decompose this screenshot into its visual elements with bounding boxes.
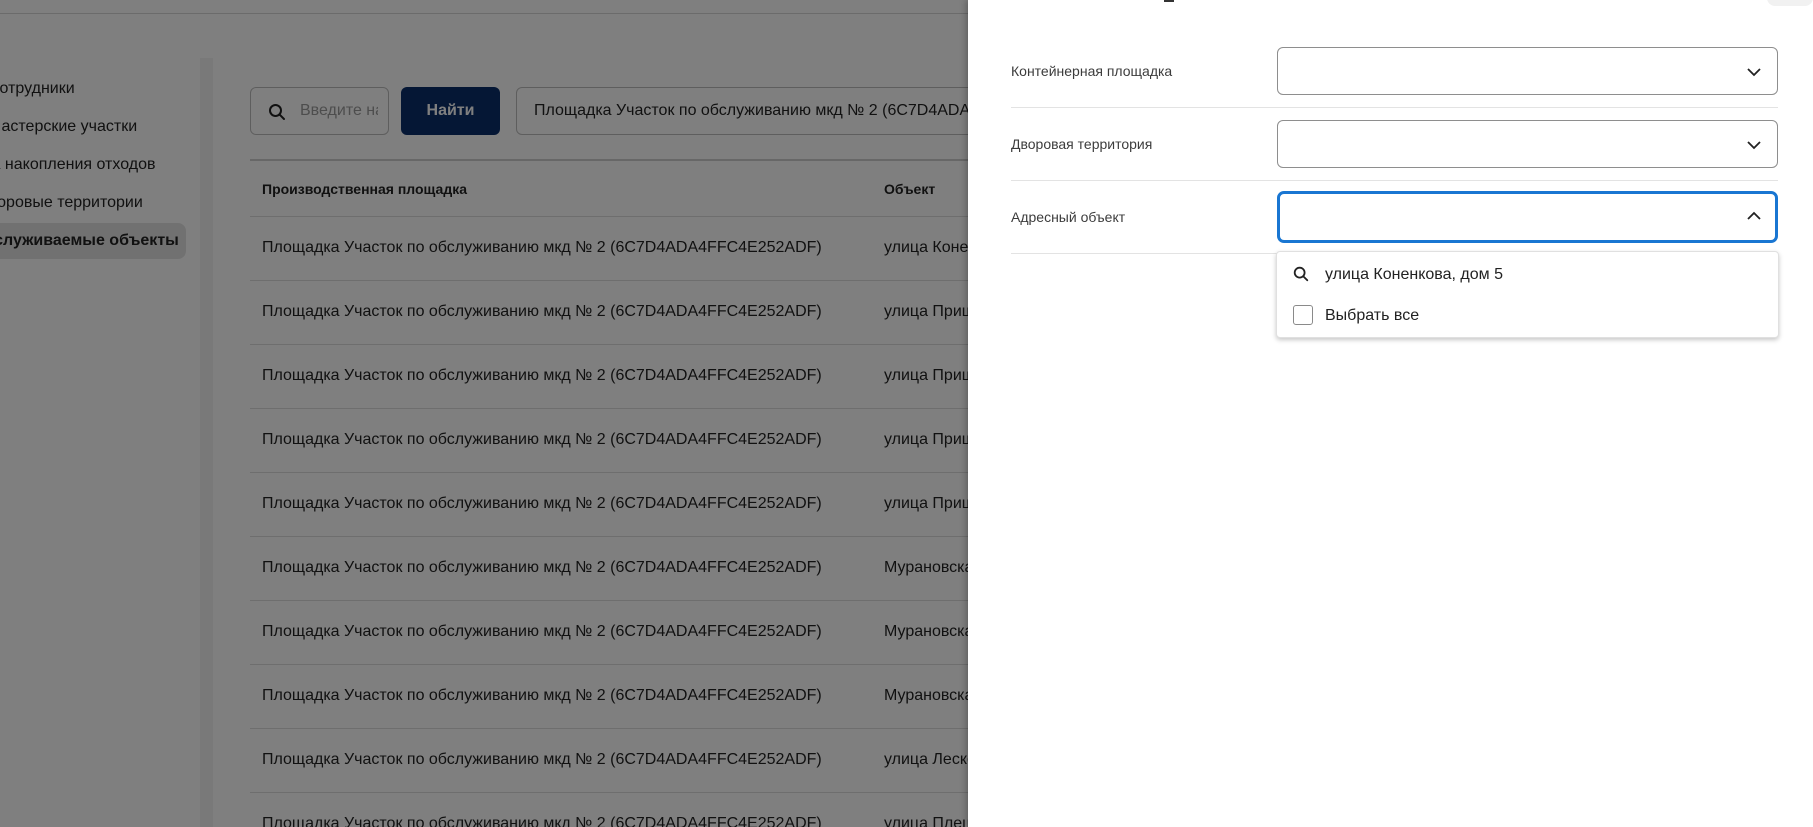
select-all-checkbox[interactable] — [1293, 305, 1313, 325]
field-row-container-site: Контейнерная площадка — [1011, 34, 1778, 108]
field-label-address-object: Адресный объект — [1011, 209, 1126, 225]
select-all-label: Выбрать все — [1325, 307, 1420, 324]
field-label-yard-area: Дворовая территория — [1011, 136, 1153, 152]
chevron-up-icon — [1747, 211, 1761, 220]
modal-overlay[interactable] — [0, 0, 968, 827]
yard-area-select[interactable] — [1277, 120, 1778, 168]
chevron-down-icon — [1747, 68, 1761, 77]
container-site-select[interactable] — [1277, 47, 1778, 95]
field-label-container-site: Контейнерная площадка — [1011, 63, 1173, 79]
chevron-down-icon — [1747, 141, 1761, 150]
dropdown-search-input[interactable]: улица Коненкова, дом 5 — [1277, 252, 1778, 296]
field-row-yard-area: Дворовая территория — [1011, 108, 1778, 181]
dropdown-search-value: улица Коненкова, дом 5 — [1325, 266, 1503, 283]
field-row-address-object: Адресный объект — [1011, 181, 1778, 254]
select-all-option[interactable]: Выбрать все — [1277, 296, 1778, 336]
close-button[interactable] — [1767, 0, 1813, 6]
address-object-select[interactable] — [1277, 191, 1778, 243]
drawer-title-fragment — [1164, 0, 1174, 2]
filter-drawer: Контейнерная площадка Дворовая территори… — [968, 0, 1813, 827]
address-object-dropdown: улица Коненкова, дом 5 Выбрать все — [1276, 251, 1779, 338]
search-icon — [1293, 266, 1309, 282]
